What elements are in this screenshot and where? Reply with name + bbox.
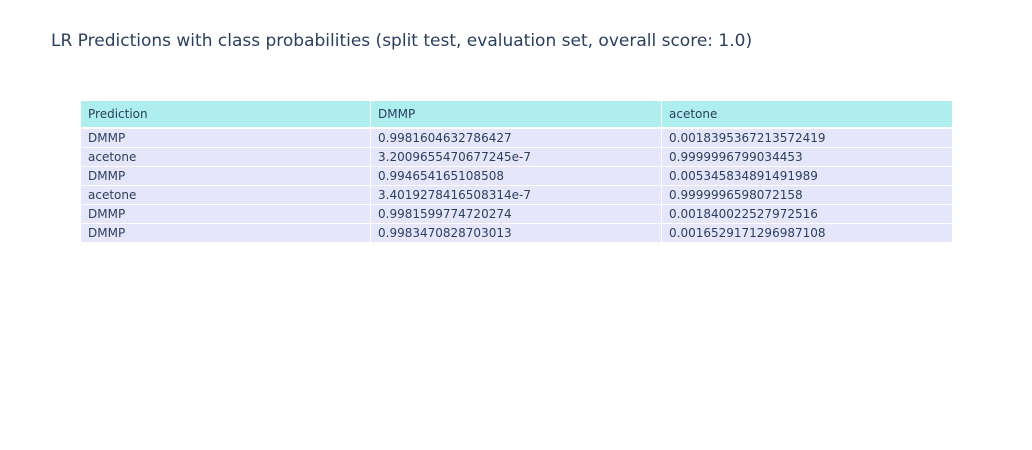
table-cell-acetone: 0.005345834891491989 [661, 166, 953, 186]
table-row: DMMP 0.9981604632786427 0.00183953672135… [80, 127, 953, 148]
table-cell-acetone: 0.001840022527972516 [661, 204, 953, 224]
table-cell-dmmp: 3.2009655470677245e-7 [370, 147, 662, 167]
table-row: DMMP 0.9983470828703013 0.00165291712969… [80, 223, 953, 243]
predictions-table: Prediction DMMP acetone DMMP 0.998160463… [80, 100, 953, 243]
table-cell-prediction: DMMP [80, 127, 371, 148]
column-header-acetone: acetone [661, 100, 953, 129]
table-cell-acetone: 0.0018395367213572419 [661, 127, 953, 148]
table-cell-prediction: DMMP [80, 204, 371, 224]
table-cell-prediction: acetone [80, 185, 371, 205]
table-cell-acetone: 0.9999996598072158 [661, 185, 953, 205]
table-row: acetone 3.2009655470677245e-7 0.99999967… [80, 147, 953, 167]
column-header-prediction: Prediction [80, 100, 371, 129]
table-cell-dmmp: 0.9981604632786427 [370, 127, 662, 148]
table-cell-prediction: DMMP [80, 166, 371, 186]
table-row: DMMP 0.9981599774720274 0.00184002252797… [80, 204, 953, 224]
table-cell-dmmp: 0.9981599774720274 [370, 204, 662, 224]
table-cell-dmmp: 0.9983470828703013 [370, 223, 662, 243]
table-cell-acetone: 0.0016529171296987108 [661, 223, 953, 243]
table-cell-acetone: 0.9999996799034453 [661, 147, 953, 167]
table-cell-dmmp: 0.994654165108508 [370, 166, 662, 186]
table-row: acetone 3.4019278416508314e-7 0.99999965… [80, 185, 953, 205]
predictions-table-container: Prediction DMMP acetone DMMP 0.998160463… [80, 100, 953, 243]
table-cell-prediction: acetone [80, 147, 371, 167]
column-header-dmmp: DMMP [370, 100, 662, 129]
table-header-row: Prediction DMMP acetone [80, 100, 953, 129]
chart-title: LR Predictions with class probabilities … [51, 31, 753, 51]
table-cell-prediction: DMMP [80, 223, 371, 243]
table-cell-dmmp: 3.4019278416508314e-7 [370, 185, 662, 205]
table-row: DMMP 0.994654165108508 0.005345834891491… [80, 166, 953, 186]
